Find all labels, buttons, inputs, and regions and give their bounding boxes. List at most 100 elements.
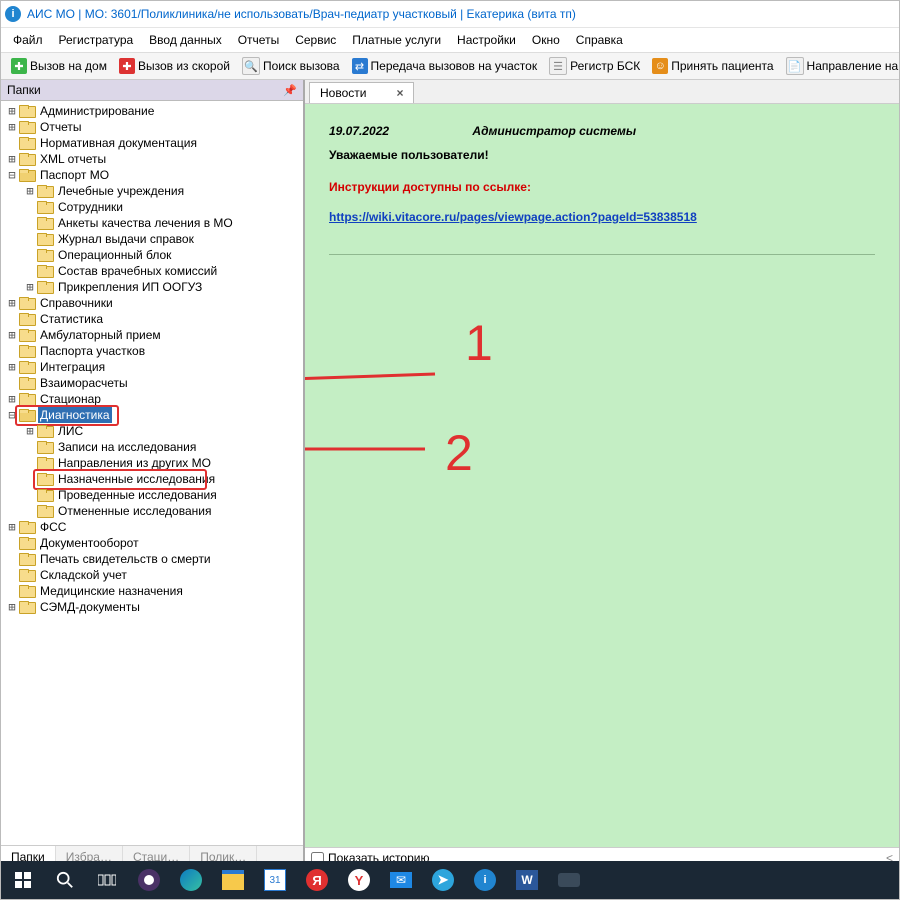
taskbar-app-ya[interactable]: Я [299,865,335,895]
expand-icon[interactable]: ⊞ [5,599,19,615]
tree-node[interactable]: Анкеты качества лечения в МО [1,215,303,231]
expand-icon[interactable]: ⊞ [5,119,19,135]
news-content: 19.07.2022 Администратор системы Уважаем… [305,104,899,847]
pin-icon[interactable]: 📌 [283,84,297,97]
toolbar-button[interactable]: ✚Вызов из скорой [113,56,236,76]
toolbar-label: Регистр БСК [570,59,640,73]
tree-node[interactable]: Назначенные исследования [1,471,303,487]
tree-node-label: Статистика [38,311,105,327]
toolbar: ✚Вызов на дом✚Вызов из скорой🔍Поиск вызо… [1,52,899,80]
tree-node[interactable]: ⊞ Лечебные учреждения [1,183,303,199]
toolbar-button[interactable]: ⇄Передача вызовов на участок [346,56,544,76]
taskbar-app-ais[interactable]: i [467,865,503,895]
tree-node[interactable]: ⊟Паспорт МО [1,167,303,183]
tree-node[interactable]: Статистика [1,311,303,327]
taskbar-app-edge[interactable] [173,865,209,895]
menu-item[interactable]: Настройки [449,30,524,50]
tree-node[interactable]: Журнал выдачи справок [1,231,303,247]
expand-icon[interactable]: ⊞ [5,519,19,535]
tree-node[interactable]: ⊞ Интеграция [1,359,303,375]
tree-node[interactable]: ⊟Диагностика [1,407,303,423]
taskbar-app-other[interactable] [551,865,587,895]
tree-node[interactable]: Медицинские назначения [1,583,303,599]
tree-node[interactable]: Операционный блок [1,247,303,263]
tree-node-label: Прикрепления ИП ООГУЗ [56,279,204,295]
expand-icon[interactable]: ⊞ [5,103,19,119]
menu-item[interactable]: Справка [568,30,631,50]
tree-node[interactable]: ⊞Стационар [1,391,303,407]
menu-item[interactable]: Файл [5,30,51,50]
tree-node[interactable]: ⊞ФСС [1,519,303,535]
close-icon[interactable]: × [396,86,403,100]
tree-node-label: Интеграция [38,359,107,375]
toolbar-label: Вызов на дом [30,59,107,73]
taskbar-app-explorer[interactable] [215,865,251,895]
toolbar-button[interactable]: ☺Принять пациента [646,56,779,76]
taskbar-app-calendar[interactable]: 31 [257,865,293,895]
tree-node[interactable]: ⊞Отчеты [1,119,303,135]
tree-node[interactable]: Записи на исследования [1,439,303,455]
tree-node[interactable]: ⊞Амбулаторный прием [1,327,303,343]
annotation-number-2: 2 [445,424,473,482]
menu-item[interactable]: Платные услуги [344,30,449,50]
tree-node[interactable]: ⊞ Прикрепления ИП ООГУЗ [1,279,303,295]
menu-item[interactable]: Отчеты [230,30,287,50]
tree-node[interactable]: Складской учет [1,567,303,583]
folder-icon [19,329,35,342]
tree-node-label: Администрирование [38,103,156,119]
folder-tree[interactable]: ⊞ Администрирование⊞ОтчетыНормативная док… [1,101,303,845]
content-panel: Новости × 19.07.2022 Администратор систе… [305,80,899,868]
expand-icon[interactable]: ⊞ [23,279,37,295]
tree-node[interactable]: ⊞ Администрирование [1,103,303,119]
taskbar-app-y-browser[interactable]: Y [341,865,377,895]
toolbar-button[interactable]: ✚Вызов на дом [5,56,113,76]
collapse-icon[interactable]: ⊟ [5,407,19,423]
expand-icon[interactable]: ⊞ [5,391,19,407]
tree-node[interactable]: Направления из других МО [1,455,303,471]
tree-node[interactable]: Состав врачебных комиссий [1,263,303,279]
search-icon[interactable] [47,865,83,895]
tree-node[interactable]: Проведенные исследования [1,487,303,503]
folder-icon [19,297,35,310]
tree-node-label: Лечебные учреждения [56,183,186,199]
tree-node[interactable]: Взаиморасчеты [1,375,303,391]
start-button[interactable] [5,865,41,895]
menu-item[interactable]: Ввод данных [141,30,230,50]
tree-node[interactable]: Отмененные исследования [1,503,303,519]
news-author: Администратор системы [472,124,636,138]
task-view-icon[interactable] [89,865,125,895]
toolbar-button[interactable]: 📄Направление на госпитализацию [780,55,899,77]
tree-node[interactable]: Документооборот [1,535,303,551]
toolbar-button[interactable]: ☰Регистр БСК [543,55,646,77]
toolbar-button[interactable]: 🔍Поиск вызова [236,55,346,77]
menu-item[interactable]: Сервис [287,30,344,50]
taskbar-app-yandex[interactable] [131,865,167,895]
tree-node[interactable]: Нормативная документация [1,135,303,151]
menu-item[interactable]: Окно [524,30,568,50]
expand-icon[interactable]: ⊞ [5,359,19,375]
menu-item[interactable]: Регистратура [51,30,142,50]
tree-node[interactable]: ⊞СЭМД-документы [1,599,303,615]
expand-icon[interactable]: ⊞ [5,295,19,311]
tree-node[interactable]: Печать свидетельств о смерти [1,551,303,567]
tree-node[interactable]: ⊞XML отчеты [1,151,303,167]
tab-news[interactable]: Новости × [309,82,414,103]
tree-panel-title: Папки [7,83,41,97]
taskbar-app-telegram[interactable]: ➤ [425,865,461,895]
expand-icon[interactable]: ⊞ [5,327,19,343]
tree-node[interactable]: ⊞ЛИС [1,423,303,439]
tree-node[interactable]: ⊞Справочники [1,295,303,311]
taskbar-app-mail[interactable]: ✉ [383,865,419,895]
expand-icon[interactable]: ⊞ [23,183,37,199]
expand-icon[interactable]: ⊞ [5,151,19,167]
tree-node[interactable]: Сотрудники [1,199,303,215]
tree-node-label: Сотрудники [56,199,125,215]
tab-label: Новости [320,86,366,100]
tree-node-label: Анкеты качества лечения в МО [56,215,235,231]
tree-node[interactable]: Паспорта участков [1,343,303,359]
taskbar-app-word[interactable]: W [509,865,545,895]
collapse-icon[interactable]: ⊟ [5,167,19,183]
tree-node-label: Паспорта участков [38,343,147,359]
news-link[interactable]: https://wiki.vitacore.ru/pages/viewpage.… [329,210,697,224]
expand-icon[interactable]: ⊞ [23,423,37,439]
